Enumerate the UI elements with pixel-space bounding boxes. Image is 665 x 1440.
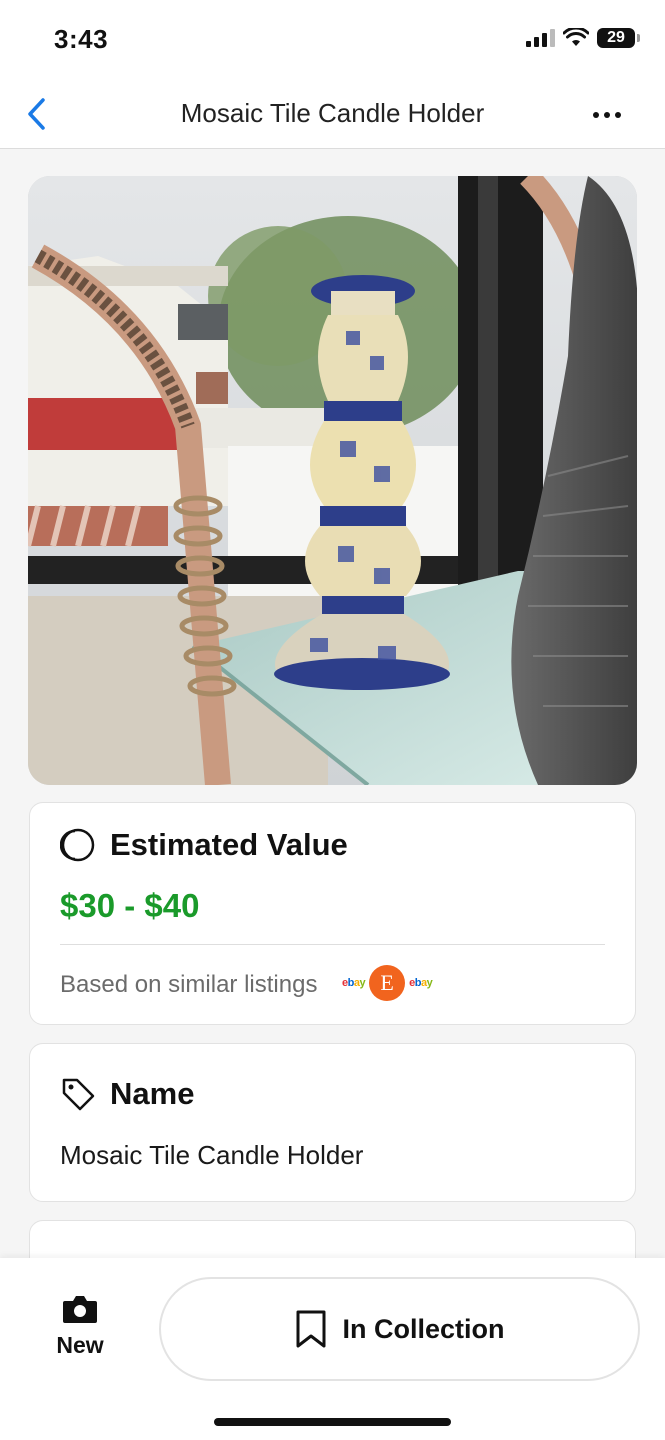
- valuation-basis: Based on similar listings: [60, 971, 318, 998]
- more-options-button[interactable]: [587, 100, 627, 130]
- divider: [60, 944, 605, 945]
- bottom-action-bar: New In Collection: [0, 1258, 665, 1440]
- estimated-value-title: Estimated Value: [110, 827, 348, 862]
- candle-holder-photo: [28, 176, 637, 785]
- page-title: Mosaic Tile Candle Holder: [180, 98, 485, 128]
- estimated-value-card: Estimated Value $30 - $40 Based on simil…: [29, 802, 636, 1025]
- name-title: Name: [110, 1076, 195, 1111]
- cellular-signal-icon: [526, 29, 555, 47]
- camera-icon: [63, 1296, 97, 1323]
- in-collection-label: In Collection: [342, 1313, 505, 1344]
- listing-sources[interactable]: ebay E ebay: [342, 965, 433, 1001]
- wifi-icon: [563, 28, 589, 46]
- ellipsis-icon: [593, 112, 599, 118]
- new-scan-button[interactable]: New: [38, 1294, 122, 1374]
- etsy-logo-icon: E: [369, 965, 406, 1001]
- name-card: Name Mosaic Tile Candle Holder: [29, 1043, 636, 1202]
- estimated-value-range: $30 - $40: [60, 887, 200, 924]
- home-indicator[interactable]: [214, 1418, 451, 1426]
- estimated-value-header: Estimated Value: [60, 827, 348, 863]
- status-time: 3:43: [54, 24, 109, 54]
- in-collection-button[interactable]: In Collection: [159, 1277, 640, 1381]
- battery-icon: 29: [597, 28, 640, 48]
- moon-icon: [60, 828, 95, 862]
- tag-icon: [62, 1078, 95, 1111]
- item-photo[interactable]: [28, 176, 637, 785]
- status-bar: 3:43 29: [0, 0, 665, 80]
- new-label: New: [56, 1332, 104, 1358]
- status-icons: 29: [526, 28, 640, 48]
- ebay-logo-icon: ebay: [409, 977, 433, 989]
- navigation-bar: Mosaic Tile Candle Holder: [0, 80, 665, 149]
- ebay-logo-icon: ebay: [342, 977, 366, 989]
- item-name: Mosaic Tile Candle Holder: [60, 1140, 364, 1170]
- name-header: Name: [60, 1076, 194, 1112]
- bookmark-icon: [296, 1310, 325, 1348]
- battery-level: 29: [607, 29, 625, 46]
